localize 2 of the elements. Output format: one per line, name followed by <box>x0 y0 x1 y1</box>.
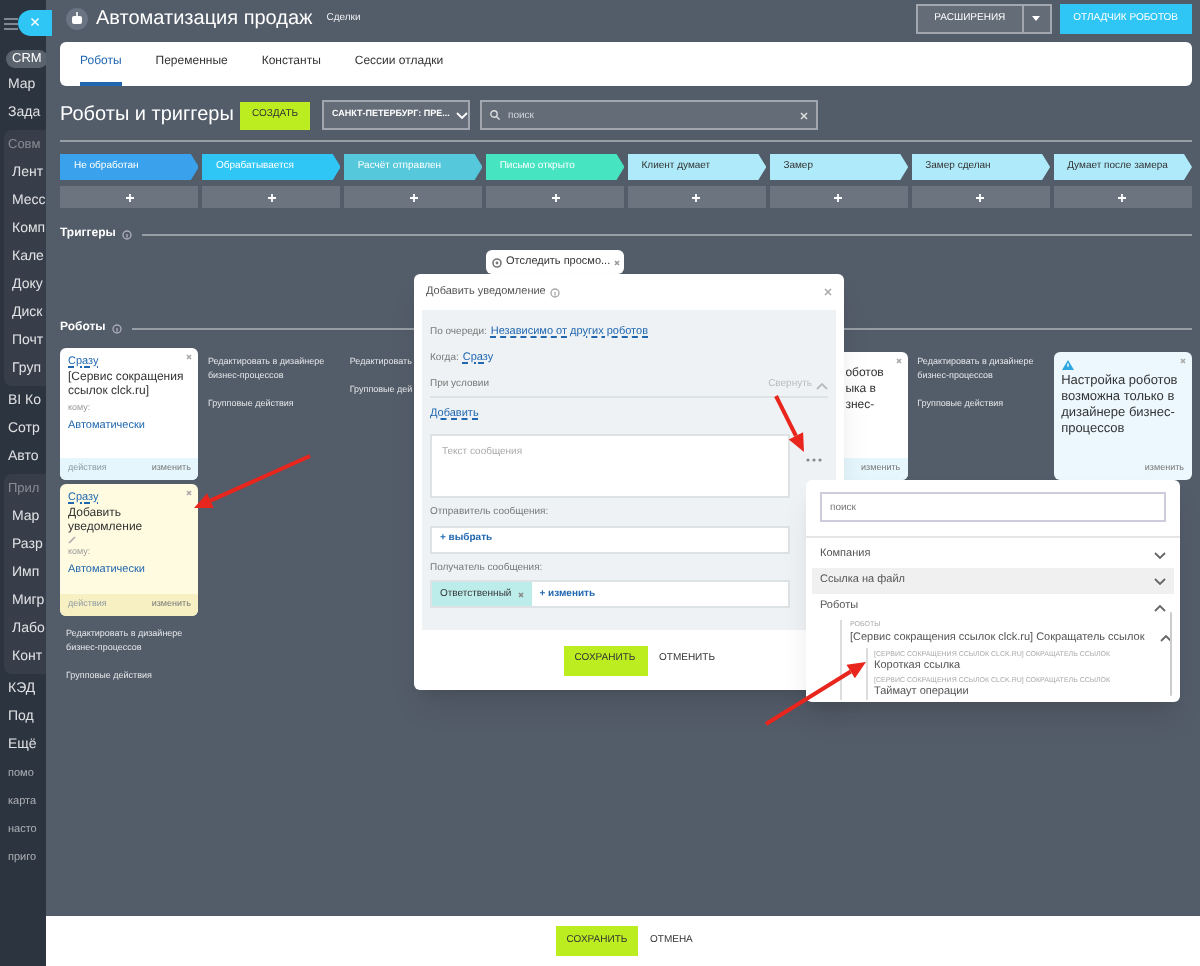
page-title: Автоматизация продаж <box>96 6 313 34</box>
section-heading: Роботы и триггеры <box>60 102 236 130</box>
